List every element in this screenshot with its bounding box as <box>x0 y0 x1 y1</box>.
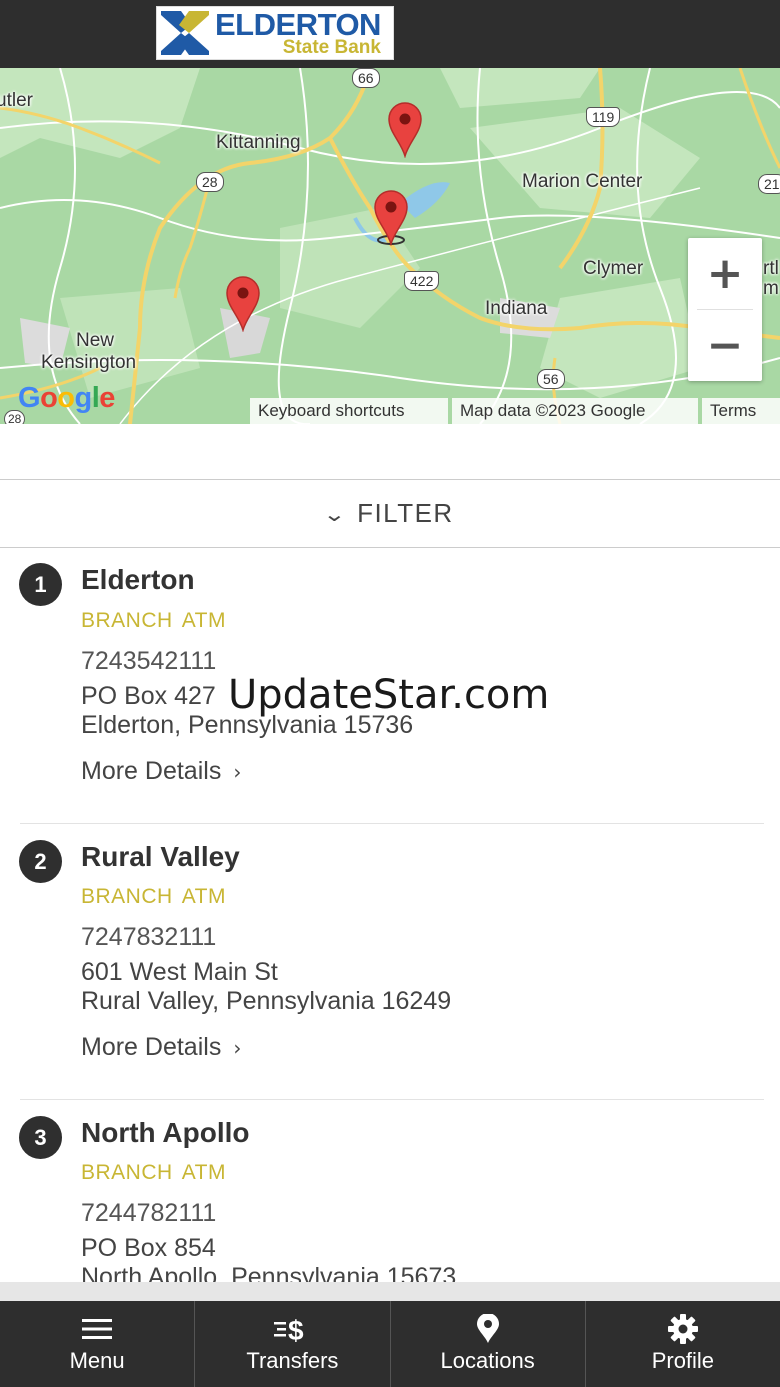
nav-menu[interactable]: Menu <box>0 1301 194 1387</box>
logo-name: ELDERTON <box>215 7 381 42</box>
location-name: Elderton <box>81 564 195 595</box>
location-phone[interactable]: 7247832111 <box>81 923 216 952</box>
tag-branch: BRANCH <box>81 885 173 908</box>
svg-text:$: $ <box>288 1315 304 1344</box>
nav-transfers-label: Transfers <box>246 1348 339 1373</box>
more-details-label: More Details <box>81 757 222 785</box>
filter-toggle[interactable]: ⌄ FILTER <box>0 479 780 548</box>
nav-profile[interactable]: Profile <box>584 1301 780 1387</box>
location-number-badge: 3 <box>19 1116 62 1159</box>
route-shield-56: 56 <box>537 369 565 389</box>
filter-label: FILTER <box>357 498 454 528</box>
location-number-badge: 1 <box>19 563 62 606</box>
location-number-badge: 2 <box>19 840 62 883</box>
map-label-butler: utler <box>0 90 33 111</box>
location-item: 3 North Apollo BRANCH ATM 7244782111 PO B… <box>0 1101 780 1282</box>
map-label-edge-2: m <box>763 278 779 299</box>
location-phone[interactable]: 7244782111 <box>81 1199 216 1228</box>
map-pin-elderton[interactable] <box>373 190 409 246</box>
zoom-controls: + − <box>688 238 762 381</box>
tag-atm: ATM <box>181 885 226 908</box>
location-list[interactable]: 1 Elderton BRANCH ATM 7243542111 PO Box 4… <box>0 548 780 1282</box>
chevron-right-icon: › <box>233 760 242 784</box>
transfers-icon: $ <box>273 1314 311 1344</box>
nav-menu-label: Menu <box>69 1348 125 1373</box>
gear-icon <box>667 1314 699 1344</box>
nav-locations[interactable]: Locations <box>389 1301 585 1387</box>
map-label-edge-1: rtl <box>763 258 779 279</box>
location-address-line2: North Apollo, Pennsylvania 15673 <box>81 1263 457 1282</box>
location-phone[interactable]: 7243542111 <box>81 647 216 676</box>
list-divider <box>20 823 764 824</box>
tag-atm: ATM <box>181 609 226 632</box>
more-details-label: More Details <box>81 1033 222 1061</box>
map-label-indiana: Indiana <box>485 298 548 319</box>
location-tags: BRANCH ATM <box>81 609 226 633</box>
logo-mark-icon <box>157 7 213 59</box>
nav-profile-label: Profile <box>651 1348 715 1373</box>
map-label-kittanning: Kittanning <box>216 132 301 153</box>
location-name: Rural Valley <box>81 841 240 872</box>
route-shield-21: 21 <box>758 174 780 194</box>
keyboard-shortcuts-link[interactable]: Keyboard shortcuts <box>250 398 448 424</box>
location-tags: BRANCH ATM <box>81 885 226 909</box>
map-pin-north-apollo[interactable] <box>225 276 261 332</box>
route-shield-422: 422 <box>404 271 440 291</box>
map-label-clymer: Clymer <box>583 258 644 279</box>
location-name: North Apollo <box>81 1117 250 1148</box>
chevron-down-icon: ⌄ <box>322 501 347 526</box>
map-pin-rural-valley[interactable] <box>387 102 423 158</box>
nav-locations-label: Locations <box>440 1348 535 1373</box>
map-data-attribution: Map data ©2023 Google <box>452 398 698 424</box>
bank-logo[interactable]: ELDERTON State Bank <box>156 6 394 60</box>
tag-branch: BRANCH <box>81 609 173 632</box>
map-label-kensington: Kensington <box>41 352 137 373</box>
route-shield-66: 66 <box>352 68 380 88</box>
location-address-line1: 601 West Main St <box>81 958 278 986</box>
locations-map[interactable]: utler Kittanning Marion Center Clymer In… <box>0 68 780 424</box>
logo-subtitle: State Bank <box>282 37 381 58</box>
bottom-nav: Menu $ Transfers Locations Profile <box>0 1301 780 1387</box>
list-divider <box>20 1099 764 1100</box>
location-item: 1 Elderton BRANCH ATM 7243542111 PO Box 4… <box>0 548 780 824</box>
terms-link[interactable]: Terms <box>702 398 780 424</box>
route-shield-119: 119 <box>586 107 621 127</box>
chevron-right-icon: › <box>233 1036 242 1060</box>
nav-transfers[interactable]: $ Transfers <box>194 1301 389 1387</box>
scroll-shadow <box>0 1282 780 1301</box>
google-logo: Google <box>18 382 115 414</box>
location-address-line1: PO Box 427 <box>81 682 216 710</box>
route-shield-28: 28 <box>196 172 224 192</box>
location-address-line2: Rural Valley, Pennsylvania 16249 <box>81 987 452 1015</box>
app-header: ELDERTON State Bank <box>0 0 780 68</box>
map-label-new: New <box>76 330 115 351</box>
map-label-marion-center: Marion Center <box>522 171 643 192</box>
tag-branch: BRANCH <box>81 1161 173 1184</box>
tag-atm: ATM <box>181 1161 226 1184</box>
zoom-in-button[interactable]: + <box>688 238 762 309</box>
menu-icon <box>81 1314 113 1344</box>
zoom-out-button[interactable]: − <box>688 310 762 381</box>
location-address-line2: Elderton, Pennsylvania 15736 <box>81 711 414 739</box>
location-item: 2 Rural Valley BRANCH ATM 7247832111 601 … <box>0 825 780 1101</box>
more-details-link[interactable]: More Details › <box>81 1033 241 1062</box>
location-pin-icon <box>476 1314 500 1344</box>
location-address-line1: PO Box 854 <box>81 1234 216 1262</box>
more-details-link[interactable]: More Details › <box>81 757 241 786</box>
location-tags: BRANCH ATM <box>81 1161 226 1185</box>
